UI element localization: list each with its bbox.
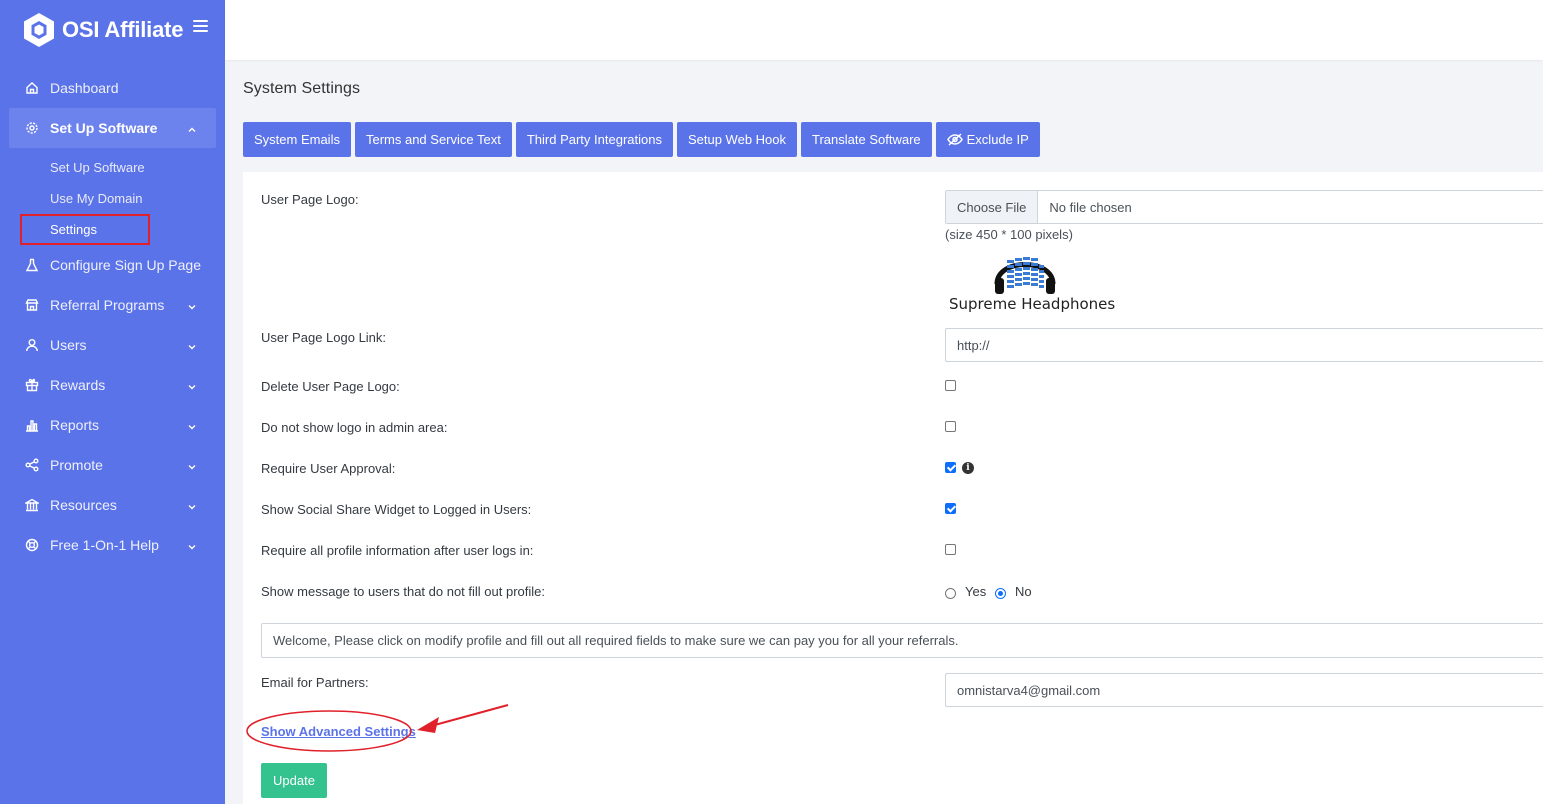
tab-third-party-integrations[interactable]: Third Party Integrations [515, 122, 673, 157]
sidebar-item-label: Referral Programs [50, 297, 165, 313]
info-icon[interactable]: i [962, 462, 974, 474]
bank-icon [24, 497, 40, 513]
sidebar-item-resources[interactable]: Resources [0, 485, 225, 525]
sidebar-item-promote[interactable]: Promote [0, 445, 225, 485]
home-icon [24, 80, 40, 96]
radio-yes[interactable] [945, 588, 956, 599]
sidebar-subitem-label: Use My Domain [50, 191, 143, 206]
highlight-box [20, 214, 150, 245]
sidebar-nav: Dashboard Set Up Software Set Up Softwar… [0, 68, 225, 565]
sidebar-subitem-set-up-software[interactable]: Set Up Software [0, 152, 225, 183]
bar-chart-icon [24, 417, 40, 433]
sidebar-item-label: Resources [50, 497, 117, 513]
radio-no-label: No [1015, 584, 1032, 599]
radio-yes-label: Yes [965, 584, 987, 599]
eye-slash-icon [946, 133, 963, 146]
user-page-logo-file-input[interactable]: Choose File No file chosen [945, 190, 1543, 224]
chevron-down-icon [187, 419, 197, 430]
require-approval-checkbox[interactable] [945, 462, 956, 473]
hamburger-menu-icon[interactable] [193, 20, 208, 34]
sidebar: OSI Affiliate Dashboard Set Up Software … [0, 0, 225, 804]
tab-system-emails[interactable]: System Emails [243, 122, 351, 157]
gear-icon [24, 120, 40, 136]
hide-admin-logo-checkbox[interactable] [945, 421, 956, 432]
require-approval-label: Require User Approval: [261, 461, 396, 476]
sidebar-item-configure-sign-up-page[interactable]: Configure Sign Up Page [0, 245, 225, 285]
sidebar-item-label: Free 1-On-1 Help [50, 537, 159, 553]
settings-tabs: System Emails Terms and Service Text Thi… [243, 122, 1044, 157]
sidebar-item-reports[interactable]: Reports [0, 405, 225, 445]
show-advanced-settings-link[interactable]: Show Advanced Settings [261, 724, 416, 739]
brand[interactable]: OSI Affiliate [22, 12, 183, 48]
require-profile-checkbox[interactable] [945, 544, 956, 555]
sidebar-item-dashboard[interactable]: Dashboard [0, 68, 225, 108]
profile-message-textarea[interactable]: Welcome, Please click on modify profile … [261, 623, 1543, 658]
sidebar-item-label: Set Up Software [50, 120, 158, 136]
tab-translate-software[interactable]: Translate Software [801, 122, 932, 157]
user-page-logo-label: User Page Logo: [261, 192, 359, 207]
sidebar-item-label: Reports [50, 417, 100, 433]
tab-exclude-ip-label: Exclude IP [966, 132, 1029, 147]
topbar [225, 0, 1543, 60]
chevron-down-icon [187, 299, 197, 310]
partner-email-label: Email for Partners: [261, 675, 369, 690]
user-icon [24, 337, 40, 353]
tab-terms-and-service-text[interactable]: Terms and Service Text [354, 122, 512, 157]
tab-exclude-ip[interactable]: Exclude IP [935, 122, 1040, 157]
update-button[interactable]: Update [261, 763, 327, 798]
logo-link-label: User Page Logo Link: [261, 330, 387, 345]
logo-link-input[interactable]: http:// [945, 328, 1543, 362]
store-icon [24, 297, 40, 313]
sidebar-subitem-settings[interactable]: Settings [0, 214, 225, 245]
sidebar-item-label: Users [50, 337, 87, 353]
sidebar-item-referral-programs[interactable]: Referral Programs [0, 285, 225, 325]
sidebar-subitem-use-my-domain[interactable]: Use My Domain [0, 183, 225, 214]
sidebar-item-set-up-software[interactable]: Set Up Software [9, 108, 216, 148]
brand-name: OSI Affiliate [62, 17, 184, 42]
lifebuoy-icon [24, 537, 40, 553]
hexagon-logo-icon [22, 12, 56, 48]
chevron-down-icon [187, 539, 197, 550]
choose-file-button[interactable]: Choose File [946, 191, 1039, 223]
flask-icon [24, 257, 40, 273]
chevron-down-icon [187, 339, 197, 350]
sidebar-item-label: Configure Sign Up Page [50, 257, 201, 273]
sidebar-item-label: Rewards [50, 377, 106, 393]
sidebar-item-label: Promote [50, 457, 103, 473]
social-share-checkbox[interactable] [945, 503, 956, 514]
sidebar-item-free-help[interactable]: Free 1-On-1 Help [0, 525, 225, 565]
partner-email-input[interactable]: omnistarva4@gmail.com [945, 673, 1543, 707]
gift-icon [24, 377, 40, 393]
hide-admin-logo-label: Do not show logo in admin area: [261, 420, 448, 435]
settings-card [243, 172, 1543, 804]
file-status-text: No file chosen [1049, 199, 1132, 215]
share-icon [24, 457, 40, 473]
chevron-up-icon [187, 122, 197, 132]
sidebar-item-rewards[interactable]: Rewards [0, 365, 225, 405]
social-share-label: Show Social Share Widget to Logged in Us… [261, 502, 532, 517]
chevron-down-icon [187, 499, 197, 510]
logo-size-hint: (size 450 * 100 pixels) [945, 227, 1073, 242]
logo-preview-caption: Supreme Headphones [949, 295, 1116, 313]
require-profile-label: Require all profile information after us… [261, 543, 534, 558]
sidebar-item-label: Dashboard [50, 80, 119, 96]
chevron-down-icon [187, 459, 197, 470]
tab-setup-web-hook[interactable]: Setup Web Hook [676, 122, 798, 157]
profile-message-label: Show message to users that do not fill o… [261, 584, 545, 599]
chevron-down-icon [187, 379, 197, 390]
page-title: System Settings [243, 80, 361, 97]
sidebar-subitem-label: Set Up Software [50, 160, 145, 175]
sidebar-item-users[interactable]: Users [0, 325, 225, 365]
radio-no[interactable] [995, 588, 1006, 599]
delete-logo-checkbox[interactable] [945, 380, 956, 391]
delete-logo-label: Delete User Page Logo: [261, 379, 400, 394]
